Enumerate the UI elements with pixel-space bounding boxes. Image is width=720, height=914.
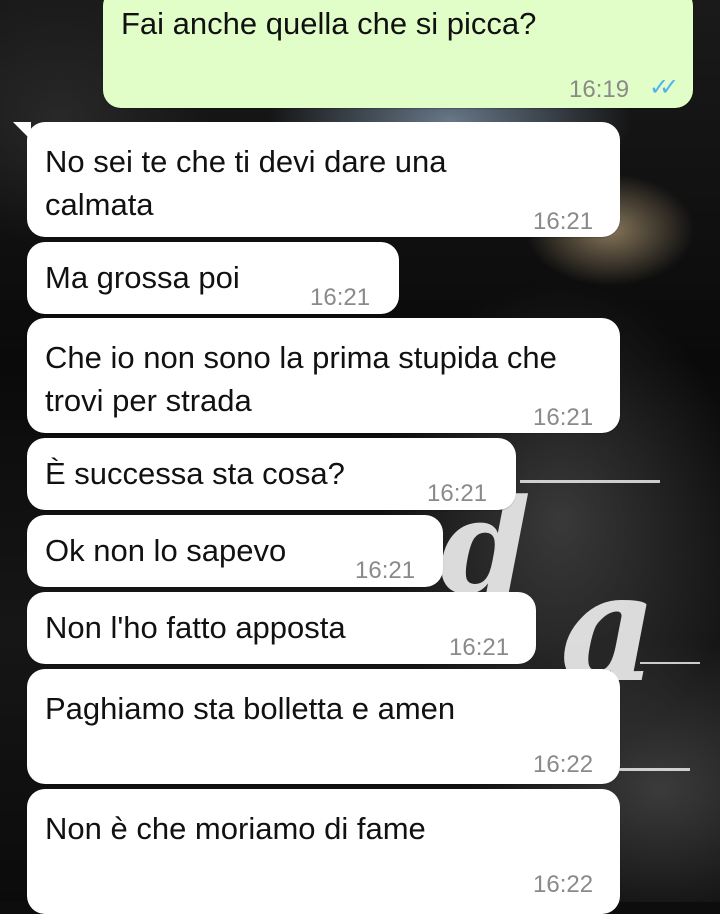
- message-time: 16:21: [533, 404, 594, 431]
- message-text: È successa sta cosa?: [45, 456, 345, 491]
- message-time: 16:21: [355, 557, 416, 584]
- message-time: 16:19: [569, 76, 630, 103]
- message-text: No sei te che ti devi dare una calmata: [45, 144, 447, 222]
- message-text: Che io non sono la prima stupida che tro…: [45, 340, 557, 418]
- message-text: Paghiamo sta bolletta e amen: [45, 691, 456, 726]
- message-text: Ok non lo sapevo: [45, 533, 287, 568]
- message-bubble-incoming[interactable]: No sei te che ti devi dare una calmata 1…: [13, 122, 620, 237]
- message-text: Non è che moriamo di fame: [45, 811, 426, 846]
- message-text: Ma grossa poi: [45, 260, 240, 295]
- message-bubble-incoming[interactable]: Paghiamo sta bolletta e amen 16:22: [27, 669, 620, 784]
- message-time: 16:21: [449, 634, 510, 661]
- message-time: 16:21: [427, 480, 488, 507]
- message-text: Fai anche quella che si picca?: [121, 6, 537, 41]
- message-bubble-incoming[interactable]: Non l'ho fatto apposta 16:21: [27, 592, 536, 664]
- double-check-read-icon: ✓✓: [649, 74, 679, 101]
- message-text: Non l'ho fatto apposta: [45, 610, 346, 645]
- message-bubble-outgoing[interactable]: Fai anche quella che si picca? 16:19 ✓✓: [103, 0, 693, 108]
- message-bubble-incoming[interactable]: Ma grossa poi 16:21: [27, 242, 399, 314]
- message-bubble-incoming[interactable]: Non è che moriamo di fame 16:22: [27, 789, 620, 914]
- wallpaper-streak: [520, 480, 660, 483]
- message-bubble-incoming[interactable]: Che io non sono la prima stupida che tro…: [27, 318, 620, 433]
- message-time: 16:22: [533, 751, 594, 778]
- message-time: 16:21: [310, 284, 371, 311]
- message-bubble-incoming[interactable]: È successa sta cosa? 16:21: [27, 438, 516, 510]
- message-time: 16:21: [533, 208, 594, 235]
- message-time: 16:22: [533, 871, 594, 898]
- message-bubble-incoming[interactable]: Ok non lo sapevo 16:21: [27, 515, 443, 587]
